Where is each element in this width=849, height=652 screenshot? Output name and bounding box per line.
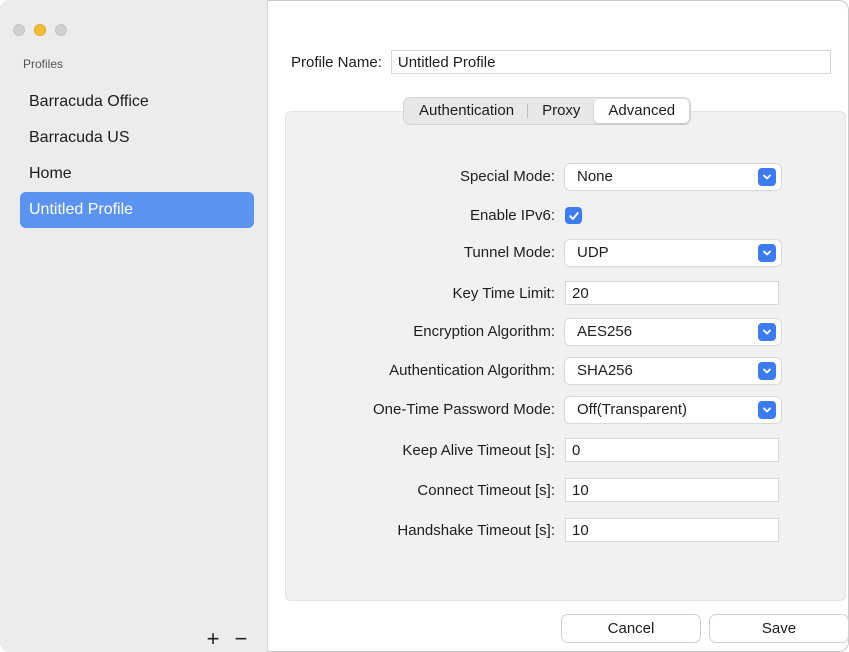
encryption-algorithm-value: AES256 bbox=[577, 323, 633, 340]
special-mode-value: None bbox=[577, 168, 613, 185]
otp-mode-select[interactable]: Off(Transparent) bbox=[565, 397, 781, 423]
tab-bar: Authentication Proxy Advanced bbox=[403, 97, 692, 125]
tunnel-mode-label: Tunnel Mode: bbox=[463, 244, 555, 261]
chevron-updown-icon bbox=[758, 362, 776, 380]
minimize-icon[interactable] bbox=[34, 24, 46, 36]
authentication-algorithm-value: SHA256 bbox=[577, 362, 633, 379]
checkmark-icon bbox=[568, 211, 579, 220]
tunnel-mode-select[interactable]: UDP bbox=[565, 240, 781, 266]
profile-name-row: Profile Name: bbox=[291, 50, 831, 74]
sidebar-heading: Profiles bbox=[23, 57, 64, 71]
tab-proxy[interactable]: Proxy bbox=[528, 99, 594, 123]
special-mode-select[interactable]: None bbox=[565, 164, 781, 190]
handshake-timeout-row: Handshake Timeout [s]: bbox=[268, 518, 849, 544]
key-time-limit-row: Key Time Limit: bbox=[268, 281, 849, 307]
close-icon[interactable] bbox=[13, 24, 25, 36]
connect-timeout-label: Connect Timeout [s]: bbox=[417, 482, 555, 499]
tab-advanced[interactable]: Advanced bbox=[594, 99, 690, 123]
encryption-algorithm-select[interactable]: AES256 bbox=[565, 319, 781, 345]
chevron-updown-icon bbox=[758, 401, 776, 419]
save-button[interactable]: Save bbox=[710, 615, 848, 642]
enable-ipv6-label: Enable IPv6: bbox=[469, 207, 555, 224]
chevron-updown-icon bbox=[758, 323, 776, 341]
sidebar-item-untitled-profile[interactable]: Untitled Profile bbox=[20, 192, 254, 228]
keep-alive-timeout-input[interactable] bbox=[565, 438, 779, 462]
connect-timeout-row: Connect Timeout [s]: bbox=[268, 478, 849, 504]
encryption-algorithm-row: Encryption Algorithm: AES256 bbox=[268, 319, 849, 345]
otp-mode-label: One-Time Password Mode: bbox=[372, 401, 555, 418]
authentication-algorithm-row: Authentication Algorithm: SHA256 bbox=[268, 358, 849, 384]
zoom-icon[interactable] bbox=[55, 24, 67, 36]
enable-ipv6-checkbox[interactable] bbox=[565, 207, 582, 224]
tunnel-mode-value: UDP bbox=[577, 244, 609, 261]
otp-mode-value: Off(Transparent) bbox=[577, 401, 688, 418]
sidebar-item-barracuda-office[interactable]: Barracuda Office bbox=[20, 84, 254, 120]
key-time-limit-input[interactable] bbox=[565, 281, 779, 305]
chevron-updown-icon bbox=[758, 244, 776, 262]
main-pane: Profile Name: Authentication Proxy Advan… bbox=[268, 0, 849, 652]
tab-authentication[interactable]: Authentication bbox=[405, 99, 529, 123]
encryption-algorithm-label: Encryption Algorithm: bbox=[413, 323, 555, 340]
handshake-timeout-label: Handshake Timeout [s]: bbox=[397, 522, 555, 539]
special-mode-row: Special Mode: None bbox=[268, 164, 849, 190]
sidebar-item-barracuda-us[interactable]: Barracuda US bbox=[20, 120, 254, 156]
window-controls bbox=[13, 24, 67, 36]
handshake-timeout-input[interactable] bbox=[565, 518, 779, 542]
tunnel-mode-row: Tunnel Mode: UDP bbox=[268, 240, 849, 266]
profile-name-input[interactable] bbox=[390, 50, 831, 74]
cancel-button[interactable]: Cancel bbox=[562, 615, 700, 642]
sidebar: Profiles Barracuda Office Barracuda US H… bbox=[0, 0, 268, 652]
key-time-limit-label: Key Time Limit: bbox=[452, 285, 555, 302]
sidebar-footer: + − bbox=[204, 628, 250, 650]
app-window: Profiles Barracuda Office Barracuda US H… bbox=[0, 0, 849, 652]
chevron-updown-icon bbox=[758, 168, 776, 186]
authentication-algorithm-select[interactable]: SHA256 bbox=[565, 358, 781, 384]
profile-name-label: Profile Name: bbox=[291, 53, 382, 71]
keep-alive-timeout-label: Keep Alive Timeout [s]: bbox=[402, 442, 555, 459]
keep-alive-timeout-row: Keep Alive Timeout [s]: bbox=[268, 438, 849, 464]
authentication-algorithm-label: Authentication Algorithm: bbox=[389, 362, 555, 379]
otp-mode-row: One-Time Password Mode: Off(Transparent) bbox=[268, 397, 849, 423]
sidebar-item-home[interactable]: Home bbox=[20, 156, 254, 192]
profile-list: Barracuda Office Barracuda US Home Untit… bbox=[20, 84, 254, 228]
enable-ipv6-row: Enable IPv6: bbox=[268, 203, 849, 229]
minus-icon[interactable]: − bbox=[232, 628, 250, 650]
plus-icon[interactable]: + bbox=[204, 628, 222, 650]
special-mode-label: Special Mode: bbox=[459, 168, 555, 185]
connect-timeout-input[interactable] bbox=[565, 478, 779, 502]
